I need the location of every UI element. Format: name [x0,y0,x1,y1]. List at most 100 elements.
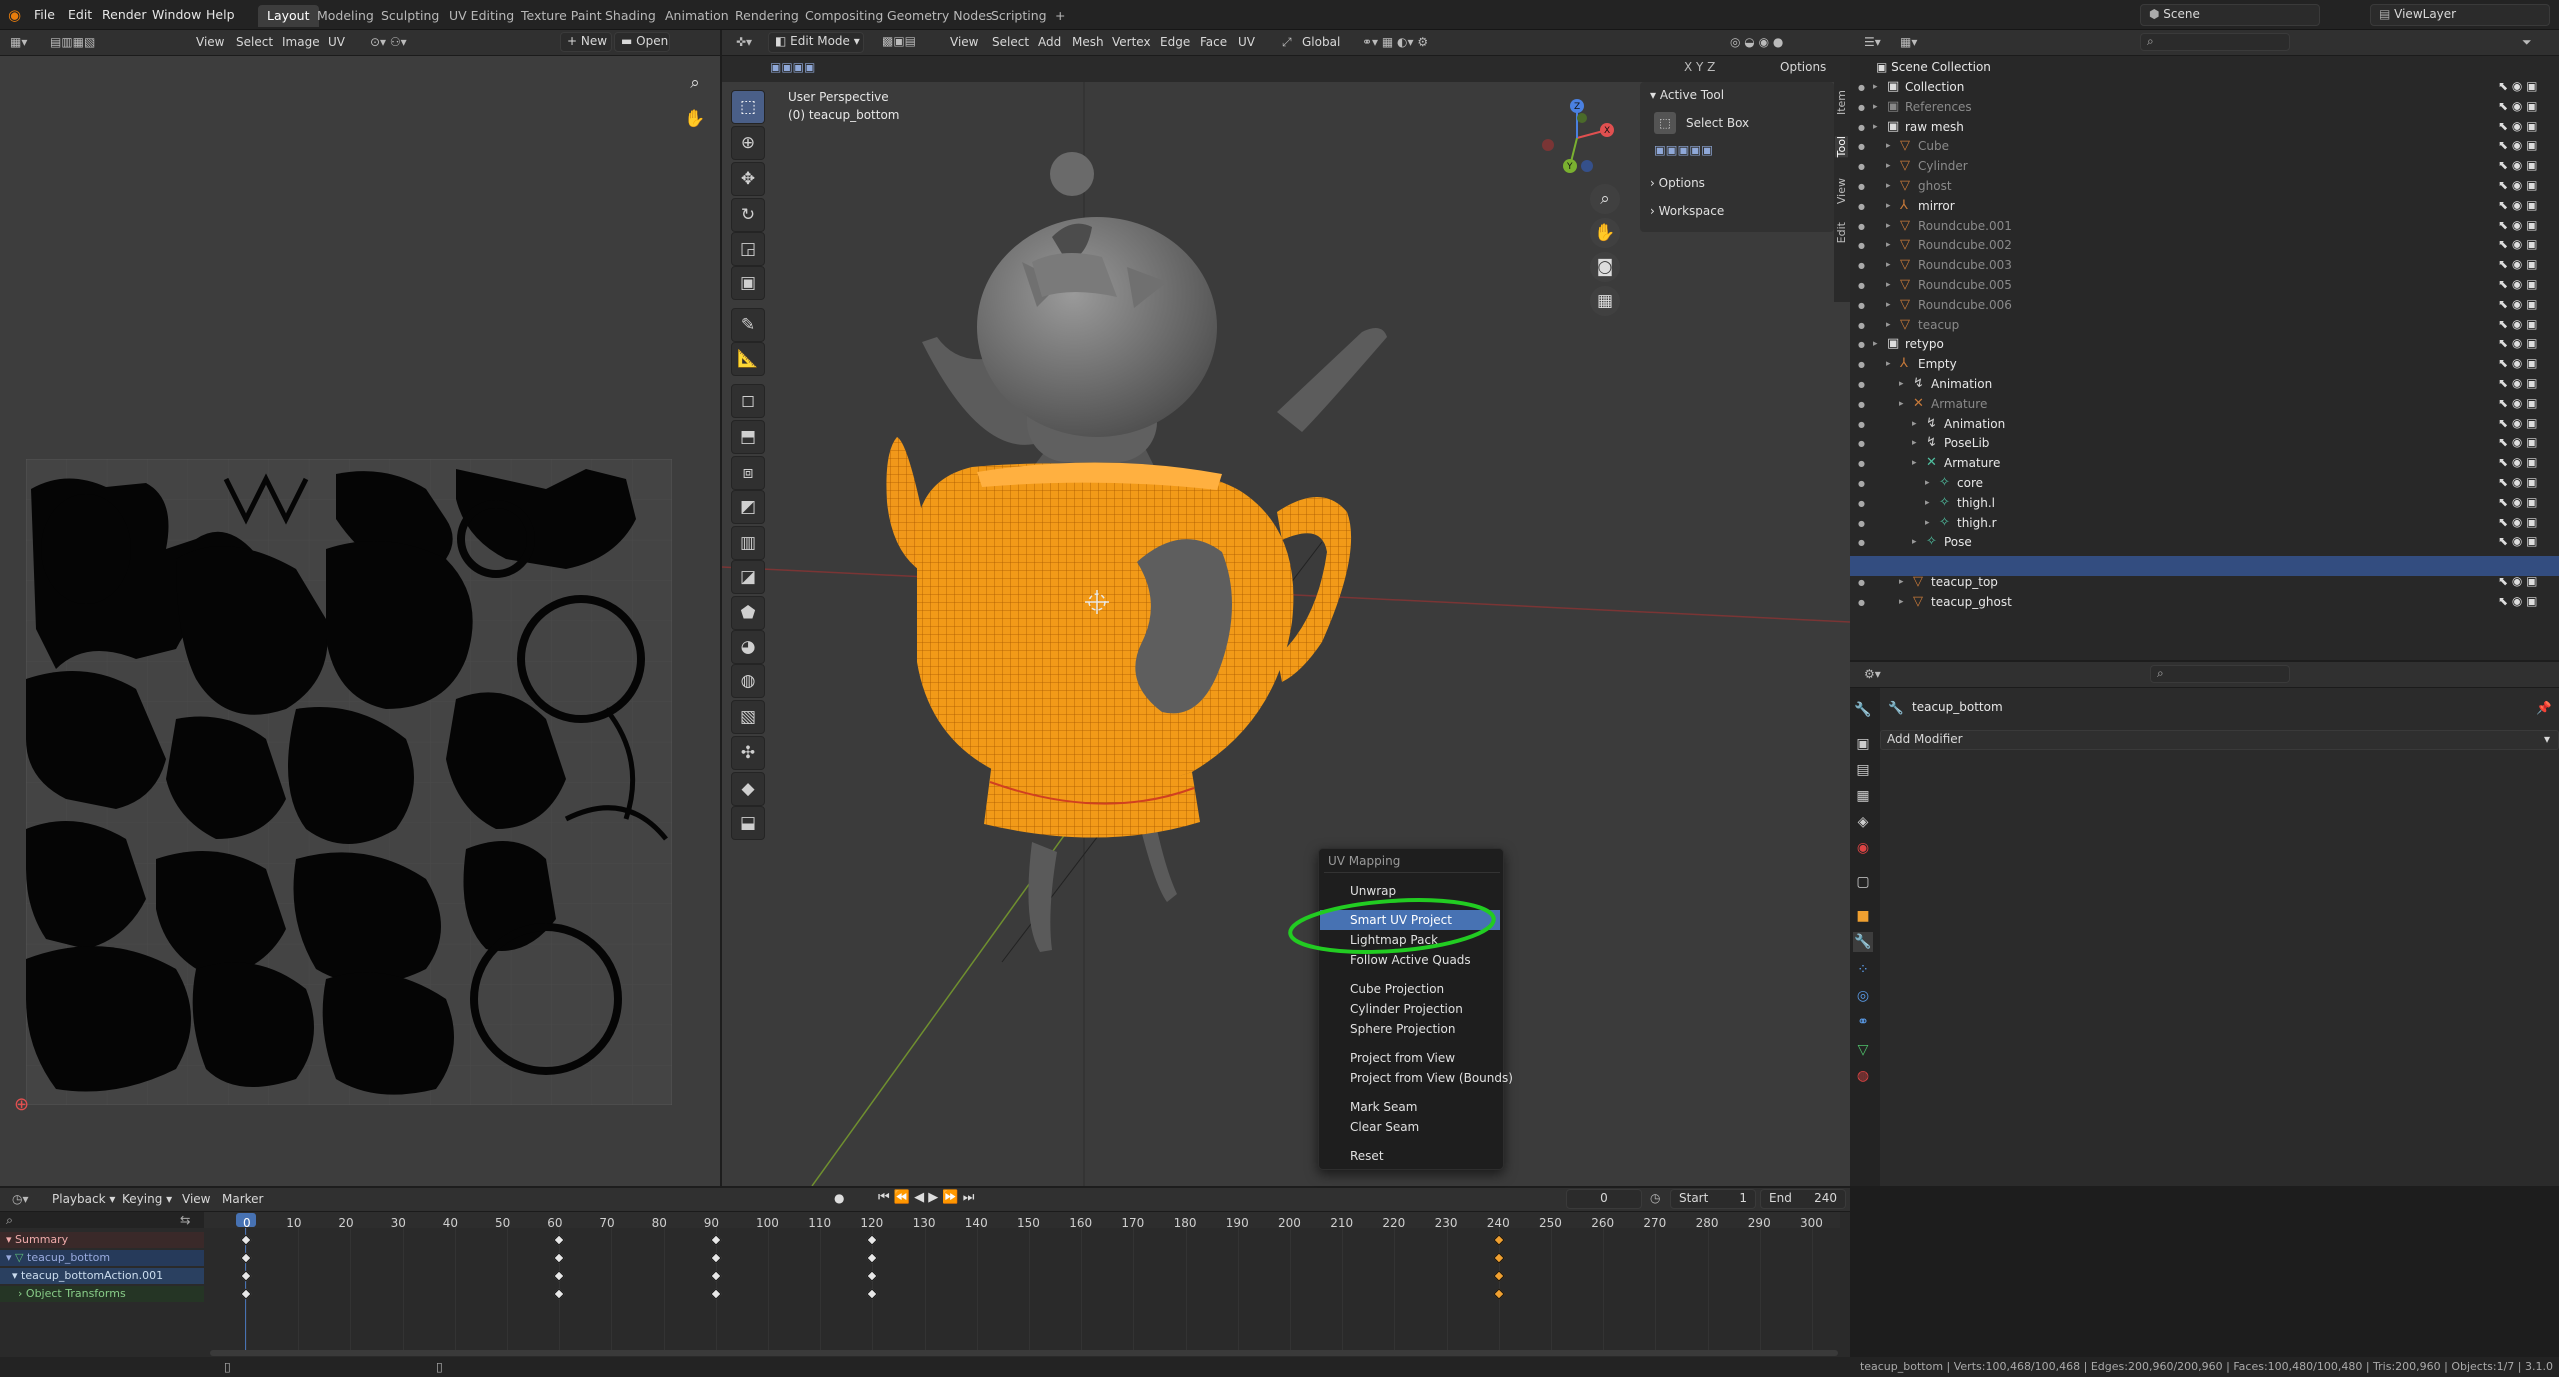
spin-tool-icon[interactable]: ◕ [731,630,765,664]
expand-arrow-icon[interactable]: ▸ [1886,201,1891,211]
menu-render[interactable]: Render [102,7,147,22]
tab-shading[interactable]: Shading [596,5,665,27]
tool-settings-icons[interactable]: ▣▣▣▣ [770,60,815,74]
options-section[interactable]: › Options [1650,176,1705,190]
material-tab-icon[interactable]: ◍ [1853,1066,1873,1086]
outliner-row[interactable]: ● ▸ ↯ PoseLib ⬉ ◉ ▣ [1850,434,2559,454]
edit-dot-icon[interactable]: ● [1858,261,1865,270]
menu-edit[interactable]: Edit [68,7,92,22]
object-channel[interactable]: ▾ ▽ teacup_bottom [0,1250,204,1266]
outliner-row[interactable]: ● ▸ ✕ Armature ⬉ ◉ ▣ [1850,395,2559,415]
expand-arrow-icon[interactable]: ▸ [1886,161,1891,171]
visibility-toggle-icons[interactable]: ⬉ ◉ ▣ [2498,119,2538,133]
visibility-toggle-icons[interactable]: ⬉ ◉ ▣ [2498,99,2538,113]
pin-icon[interactable]: 📌 [2536,700,2552,716]
world-tab-icon[interactable]: ◉ [1853,838,1873,858]
uv-select-mode-icon[interactable]: ▤▥▦▧ [50,35,95,49]
uv-editor-canvas[interactable]: ⌕ ✋ ⊕ [0,56,720,1186]
shear-tool-icon[interactable]: ◆ [731,772,765,806]
scene-tab-icon[interactable]: ◈ [1853,812,1873,832]
outliner-row[interactable]: ● ▸ ▽ Roundcube.003 ⬉ ◉ ▣ [1850,256,2559,276]
edit-dot-icon[interactable]: ● [1858,123,1865,132]
scene-collection-label[interactable]: ▣ Scene Collection [1876,60,1991,74]
record-icon[interactable]: ● [834,1191,844,1205]
menu-clear-seam[interactable]: Clear Seam [1322,1117,1500,1137]
menu-project-from-view[interactable]: Project from View [1322,1048,1500,1068]
edit-dot-icon[interactable]: ● [1858,578,1865,587]
move-tool-icon[interactable]: ✥ [731,162,765,196]
outliner-row[interactable]: ● ▸ ▽ teacup_top ⬉ ◉ ▣ [1850,573,2559,593]
visibility-toggle-icons[interactable]: ⬉ ◉ ▣ [2498,574,2538,588]
tab-tool[interactable]: Tool [1835,136,1848,158]
edit-dot-icon[interactable]: ● [1858,83,1865,92]
inset-tool-icon[interactable]: ⧈ [731,456,765,490]
visibility-toggle-icons[interactable]: ⬉ ◉ ▣ [2498,376,2538,390]
edit-dot-icon[interactable]: ● [1858,479,1865,488]
perspective-toggle-icon[interactable]: ▦ [1590,286,1620,316]
axis-toggles[interactable]: X Y Z [1684,60,1715,74]
tab-scripting[interactable]: Scripting [982,5,1056,27]
transform-tool-icon[interactable]: ▣ [731,266,765,300]
expand-arrow-icon[interactable]: ▸ [1899,597,1904,607]
visibility-toggle-icons[interactable]: ⬉ ◉ ▣ [2498,198,2538,212]
visibility-toggle-icons[interactable]: ⬉ ◉ ▣ [2498,218,2538,232]
visibility-toggle-icons[interactable]: ⬉ ◉ ▣ [2498,475,2538,489]
outliner-search-input[interactable]: ⌕ [2140,33,2290,51]
edit-dot-icon[interactable]: ● [1858,321,1865,330]
outliner-row[interactable]: ● ▸ ↯ Animation ⬉ ◉ ▣ [1850,375,2559,395]
outliner-row[interactable]: ● ▸ ▽ Roundcube.005 ⬉ ◉ ▣ [1850,276,2559,296]
edit-dot-icon[interactable]: ● [1858,538,1865,547]
menu-cube-projection[interactable]: Cube Projection [1322,979,1500,999]
extrude-tool-icon[interactable]: ⬒ [731,420,765,454]
properties-editor-type-icon[interactable]: ⚙▾ [1864,667,1881,681]
tab-edit[interactable]: Edit [1835,222,1848,243]
edit-dot-icon[interactable]: ● [1858,281,1865,290]
menu-cylinder-projection[interactable]: Cylinder Projection [1322,999,1500,1019]
scale-tool-icon[interactable]: ◲ [731,232,765,266]
visibility-toggle-icons[interactable]: ⬉ ◉ ▣ [2498,396,2538,410]
outliner-row[interactable]: ● ▸ ▣ retypo ⬉ ◉ ▣ [1850,335,2559,355]
expand-arrow-icon[interactable]: ▸ [1886,221,1891,231]
action-channel[interactable]: ▾ teacup_bottomAction.001 [0,1268,204,1284]
tool-tab-icon[interactable]: 🔧 [1853,700,1873,720]
visibility-toggle-icons[interactable]: ⬉ ◉ ▣ [2498,297,2538,311]
menu-playback[interactable]: Playback ▾ [52,1192,115,1206]
uv-cursor-icon[interactable]: ⊕ [14,1094,29,1115]
pivot-icon[interactable]: ⊙▾ ⚇▾ [370,35,407,49]
camera-view-icon[interactable]: ◙ [1590,252,1620,282]
swap-icon[interactable]: ⇆ [180,1212,190,1227]
object-tab-icon[interactable]: ■ [1853,906,1873,926]
knife-tool-icon[interactable]: ◪ [731,560,765,594]
outliner-row[interactable]: ● ▸ ▣ raw mesh ⬉ ◉ ▣ [1850,118,2559,138]
collection-tab-icon[interactable]: ▢ [1853,872,1873,892]
visibility-toggle-icons[interactable]: ⬉ ◉ ▣ [2498,277,2538,291]
viewport-editor-type-icon[interactable]: ✜▾ [736,35,752,49]
visibility-toggle-icons[interactable]: ⬉ ◉ ▣ [2498,79,2538,93]
outliner-row[interactable]: ● ▸ ▽ Roundcube.002 ⬉ ◉ ▣ [1850,236,2559,256]
options-dropdown[interactable]: Options [1780,60,1826,74]
pan-view-icon[interactable]: ✋ [1590,218,1620,248]
expand-arrow-icon[interactable]: ▸ [1886,300,1891,310]
rip-tool-icon[interactable]: ⬓ [731,806,765,840]
outliner-row[interactable]: ● ▸ ⅄ Empty ⬉ ◉ ▣ [1850,355,2559,375]
tab-view[interactable]: View [1835,178,1848,204]
visibility-toggle-icons[interactable]: ⬉ ◉ ▣ [2498,495,2538,509]
viewport-canvas[interactable]: User Perspective (0) teacup_bottom ⬚ ⊕ ✥… [722,82,1850,1186]
outliner-row[interactable]: ● ▸ ▽ Cube ⬉ ◉ ▣ [1850,137,2559,157]
visibility-toggle-icons[interactable]: ⬉ ◉ ▣ [2498,158,2538,172]
edit-dot-icon[interactable]: ● [1858,162,1865,171]
zoom-icon[interactable]: ⌕ [680,68,710,98]
visibility-toggle-icons[interactable]: ⬉ ◉ ▣ [2498,455,2538,469]
transform-orientation[interactable]: Global [1302,35,1340,49]
expand-arrow-icon[interactable]: ▸ [1886,359,1891,369]
annotate-tool-icon[interactable]: ✎ [731,308,765,342]
edge-slide-tool-icon[interactable]: ▧ [731,700,765,734]
mode-selector[interactable]: ◧ Edit Mode ▾ [768,32,864,53]
menu-sphere-projection[interactable]: Sphere Projection [1322,1019,1500,1039]
add-cube-tool-icon[interactable]: ◻ [731,384,765,418]
visibility-toggle-icons[interactable]: ⬉ ◉ ▣ [2498,237,2538,251]
edit-dot-icon[interactable]: ● [1858,420,1865,429]
constraints-tab-icon[interactable]: ⚭ [1853,1012,1873,1032]
vp-menu-vertex[interactable]: Vertex [1112,35,1151,49]
particles-tab-icon[interactable]: ⁘ [1853,960,1873,980]
